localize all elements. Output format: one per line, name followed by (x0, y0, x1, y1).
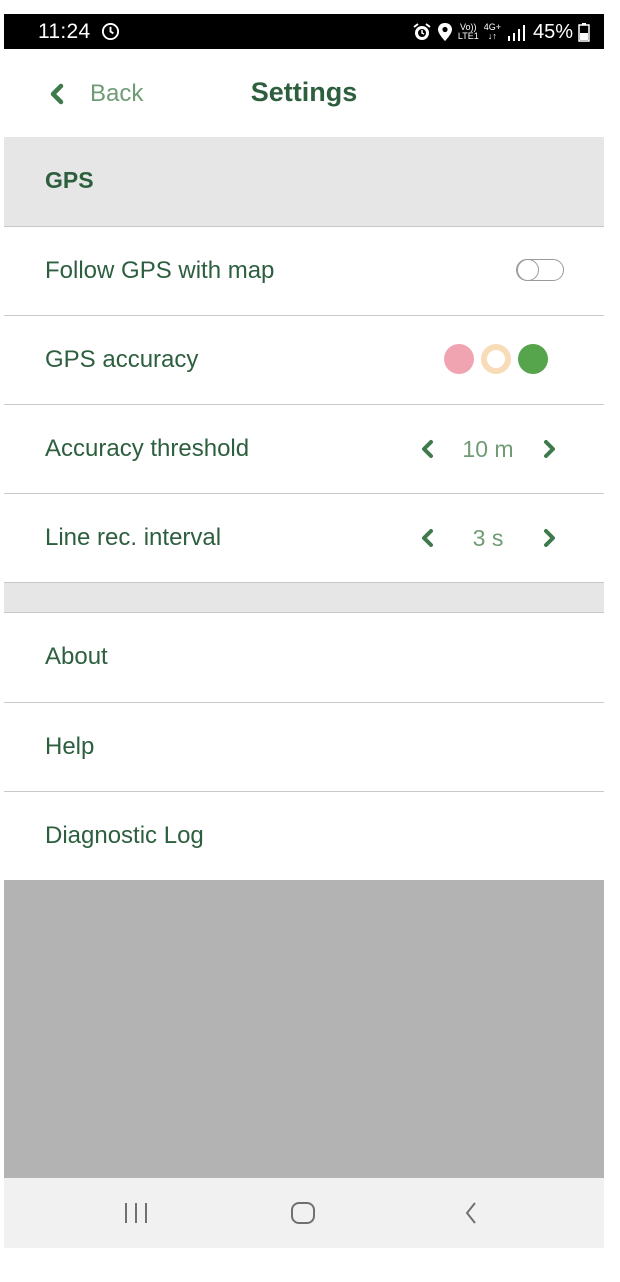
home-icon (291, 1202, 315, 1224)
system-back-button[interactable] (431, 1178, 511, 1248)
signal-icon (507, 25, 525, 41)
app-screen: 11:24 Vo)) LTE1 4G+ ↓↑ 45% Back Settings… (4, 14, 604, 1248)
accuracy-dot-low (444, 344, 474, 374)
chevron-right-icon (543, 440, 555, 458)
menu-item-label: Help (45, 733, 95, 760)
stepper-value: 3 s (472, 524, 504, 551)
setting-label: Follow GPS with map (45, 257, 275, 284)
section-header-gps: GPS (4, 137, 604, 226)
system-nav-bar (4, 1178, 604, 1248)
recents-icon (125, 1203, 147, 1223)
menu-item-label: About (45, 643, 108, 670)
battery-icon (578, 23, 590, 42)
menu-item-help[interactable]: Help (4, 703, 604, 791)
increase-button[interactable] (538, 405, 560, 493)
setting-label: GPS accuracy (45, 346, 199, 373)
menu-item-about[interactable]: About (4, 613, 604, 701)
alarm-icon (413, 23, 431, 40)
page-title: Settings (250, 77, 358, 107)
setting-row-gps-accuracy: GPS accuracy (4, 316, 604, 404)
status-bar: 11:24 Vo)) LTE1 4G+ ↓↑ 45% (4, 14, 604, 49)
setting-row-accuracy-threshold: Accuracy threshold 10 m (4, 405, 604, 493)
accuracy-threshold-stepper: 10 m (416, 405, 560, 493)
section-title: GPS (45, 167, 94, 193)
chevron-left-icon (421, 440, 433, 458)
battery-percent: 45% (532, 20, 573, 43)
recents-button[interactable] (96, 1178, 176, 1248)
setting-row-follow-gps[interactable]: Follow GPS with map (4, 227, 604, 315)
setting-label: Line rec. interval (45, 524, 222, 551)
setting-row-line-interval: Line rec. interval 3 s (4, 494, 604, 582)
decrease-button[interactable] (416, 494, 438, 582)
volte-indicator: Vo)) LTE1 (457, 22, 479, 41)
stepper-value: 10 m (462, 435, 514, 462)
accuracy-dot-high (518, 344, 548, 374)
menu-item-diagnostic-log[interactable]: Diagnostic Log (4, 792, 604, 880)
accuracy-dot-medium (481, 344, 511, 374)
status-time: 11:24 (38, 20, 91, 43)
clock-icon (101, 22, 120, 41)
chevron-left-icon (421, 529, 433, 547)
toggle-knob (517, 258, 539, 281)
data-arrows-icon: ↓↑ (487, 31, 497, 41)
home-button[interactable] (263, 1178, 343, 1248)
section-separator (4, 583, 604, 612)
back-icon (465, 1202, 476, 1224)
setting-label: Accuracy threshold (45, 435, 250, 462)
chevron-right-icon (543, 529, 555, 547)
decrease-button[interactable] (416, 405, 438, 493)
increase-button[interactable] (538, 494, 560, 582)
empty-area (4, 880, 604, 1178)
status-icons: Vo)) LTE1 4G+ ↓↑ 45% (412, 19, 590, 45)
line-interval-stepper: 3 s (416, 494, 560, 582)
network-type-indicator: 4G+ ↓↑ (483, 22, 501, 41)
follow-gps-toggle[interactable] (516, 258, 564, 281)
app-header: Back Settings (4, 49, 604, 137)
gps-accuracy-indicator (444, 344, 548, 374)
location-icon (437, 23, 452, 41)
menu-item-label: Diagnostic Log (45, 822, 204, 849)
